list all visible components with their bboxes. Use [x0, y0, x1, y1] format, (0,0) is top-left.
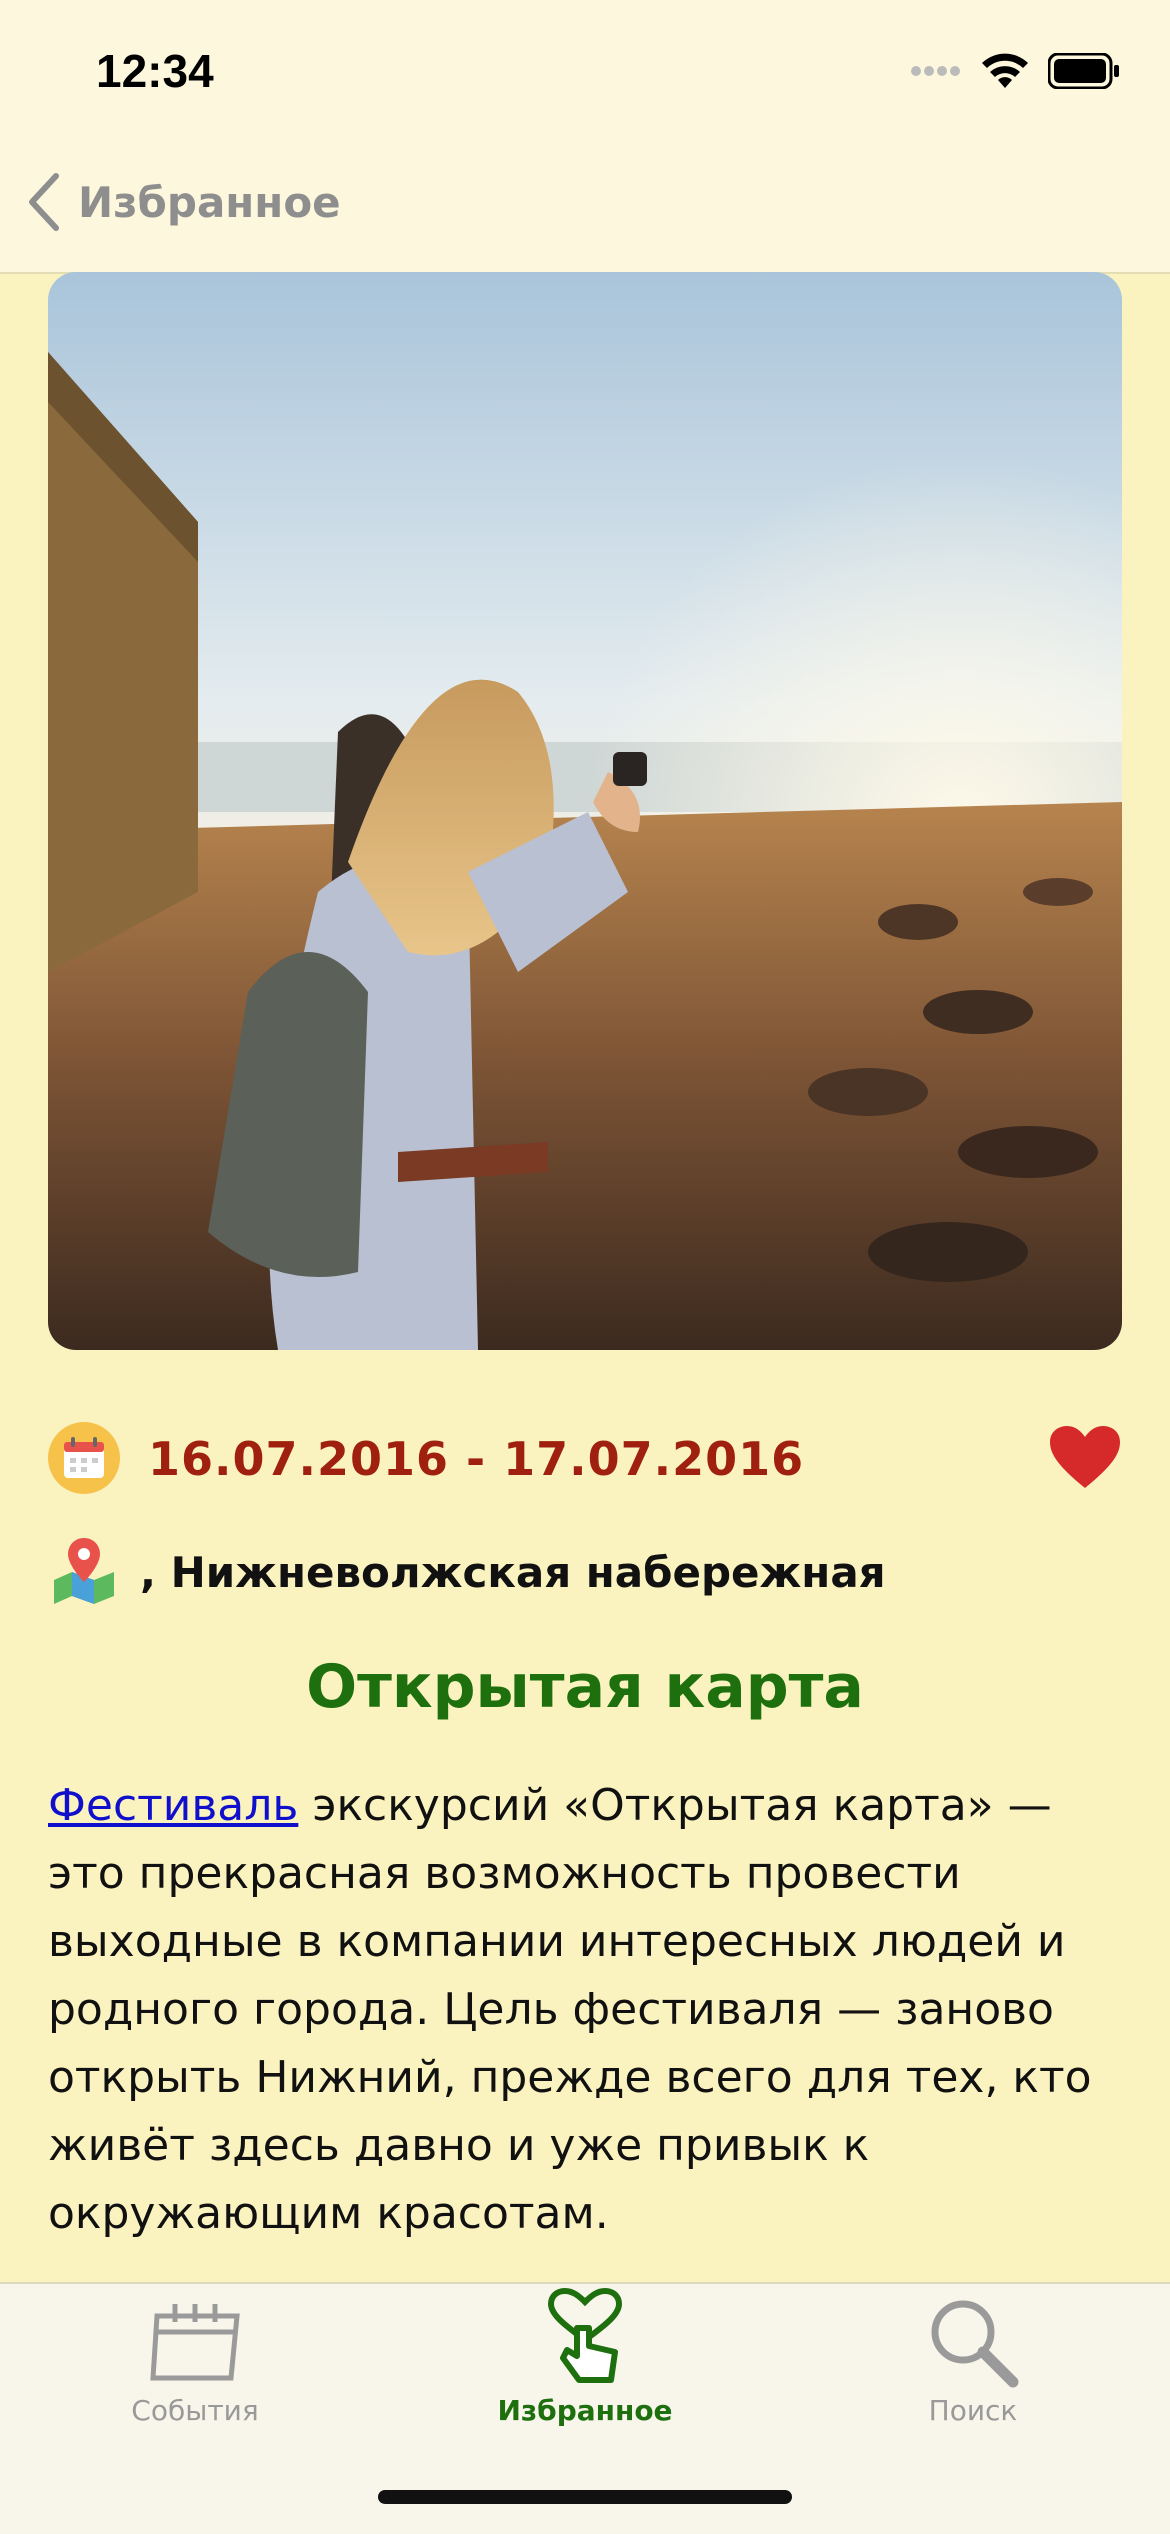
festival-link[interactable]: Фестиваль — [48, 1780, 298, 1831]
heart-icon — [1050, 1426, 1120, 1488]
back-button[interactable]: Избранное — [26, 172, 341, 232]
tab-search[interactable]: Поиск — [848, 2284, 1098, 2434]
event-description: Фестиваль экскурсий «Открытая карта» — э… — [48, 1772, 1128, 2248]
battery-icon — [1048, 53, 1119, 89]
tab-favorites[interactable]: Избранное — [460, 2284, 710, 2434]
calendar-icon — [150, 2304, 240, 2381]
event-title: Открытая карта — [306, 1652, 864, 1722]
navigation-bar: Избранное — [0, 150, 1170, 274]
wifi-icon — [982, 53, 1028, 88]
event-photo — [48, 272, 1122, 1350]
tab-favorites-label: Избранное — [497, 2394, 673, 2427]
status-icons — [910, 52, 1120, 90]
event-details[interactable]: 16.07.2016 - 17.07.2016 , Нижневолжская … — [0, 272, 1170, 2262]
heart-hand-icon — [547, 2287, 623, 2383]
tab-events-label: События — [131, 2394, 259, 2427]
home-indicator — [378, 2490, 792, 2504]
event-description-text: экскурсий «Открытая карта» — это прекрас… — [48, 1780, 1092, 2239]
event-dates-row: 16.07.2016 - 17.07.2016 — [48, 1422, 1122, 1502]
tab-search-label: Поиск — [928, 2394, 1018, 2427]
event-location: , Нижневолжская набережная — [140, 1548, 886, 1597]
cellular-signal-icon — [911, 66, 960, 76]
favorite-button[interactable] — [1048, 1424, 1122, 1494]
chevron-left-icon — [29, 173, 59, 231]
search-icon — [931, 2300, 1019, 2388]
map-pin-icon — [54, 1538, 114, 1604]
status-bar: 12:34 — [0, 0, 1170, 150]
calendar-icon — [48, 1422, 120, 1494]
back-button-label: Избранное — [78, 177, 341, 227]
event-dates: 16.07.2016 - 17.07.2016 — [148, 1432, 805, 1486]
event-location-row: , Нижневолжская набережная — [48, 1534, 1122, 1614]
status-time: 12:34 — [96, 45, 214, 97]
tab-events[interactable]: События — [70, 2284, 320, 2434]
